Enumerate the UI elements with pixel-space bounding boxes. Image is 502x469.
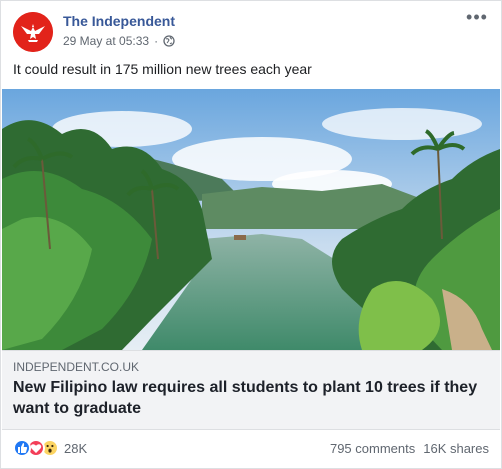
post-card: The Independent 29 May at 05:33 · ••• It… [0,0,502,469]
eagle-logo-icon [13,12,53,52]
link-domain: INDEPENDENT.CO.UK [13,360,140,374]
more-options-icon[interactable]: ••• [465,7,489,27]
post-timestamp[interactable]: 29 May at 05:33 [63,34,149,48]
reactions-summary[interactable]: 28K [13,439,87,457]
globe-icon[interactable] [163,35,175,47]
post-header: The Independent 29 May at 05:33 · ••• [1,1,501,59]
post-photo[interactable] [2,89,500,350]
post-stats: 795 comments 16K shares [330,441,489,456]
river-landscape-image [2,89,500,350]
link-headline[interactable]: New Filipino law requires all students t… [13,377,493,419]
like-icon [13,439,31,457]
link-preview[interactable]: INDEPENDENT.CO.UK New Filipino law requi… [2,350,500,430]
page-name-link[interactable]: The Independent [63,13,175,29]
reaction-count: 28K [64,440,88,456]
shares-count-link[interactable]: 16K shares [423,441,489,456]
comments-count-link[interactable]: 795 comments [330,441,415,456]
page-avatar[interactable] [13,12,53,52]
post-message: It could result in 175 million new trees… [13,61,312,77]
post-footer: 28K 795 comments 16K shares [1,431,501,469]
post-meta: 29 May at 05:33 · [63,34,175,48]
